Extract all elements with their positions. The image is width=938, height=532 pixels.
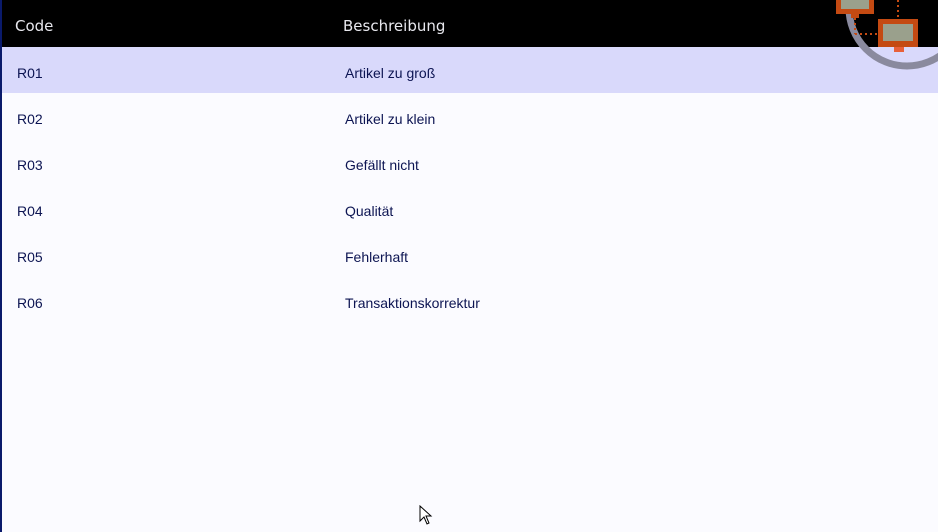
- table-row[interactable]: R04 Qualität: [2, 185, 938, 231]
- cell-description: Gefällt nicht: [345, 157, 419, 173]
- column-header-description: Beschreibung: [343, 17, 446, 35]
- cell-code: R01: [17, 65, 43, 81]
- cell-description: Artikel zu groß: [345, 65, 436, 81]
- cell-description: Fehlerhaft: [345, 249, 409, 265]
- cell-code: R03: [17, 157, 43, 173]
- table-row[interactable]: R06 Transaktionskorrektur: [2, 277, 938, 323]
- table-row[interactable]: R02 Artikel zu klein: [2, 93, 938, 139]
- cell-code: R06: [17, 295, 43, 311]
- cell-code: R04: [17, 203, 43, 219]
- mouse-pointer-icon: [419, 505, 433, 525]
- cell-code: R05: [17, 249, 43, 265]
- cell-description: Transaktionskorrektur: [345, 295, 480, 311]
- table-row[interactable]: R03 Gefällt nicht: [2, 139, 938, 185]
- table-row[interactable]: R05 Fehlerhaft: [2, 231, 938, 277]
- table-row[interactable]: R01 Artikel zu groß: [2, 47, 938, 93]
- cell-code: R02: [17, 111, 43, 127]
- table-header: Code Beschreibung: [2, 0, 938, 47]
- cell-description: Qualität: [345, 203, 394, 219]
- cell-description: Artikel zu klein: [345, 111, 436, 127]
- reason-code-screen: Code Beschreibung R01 Artikel zu groß R0…: [0, 0, 938, 532]
- column-header-code: Code: [15, 17, 54, 35]
